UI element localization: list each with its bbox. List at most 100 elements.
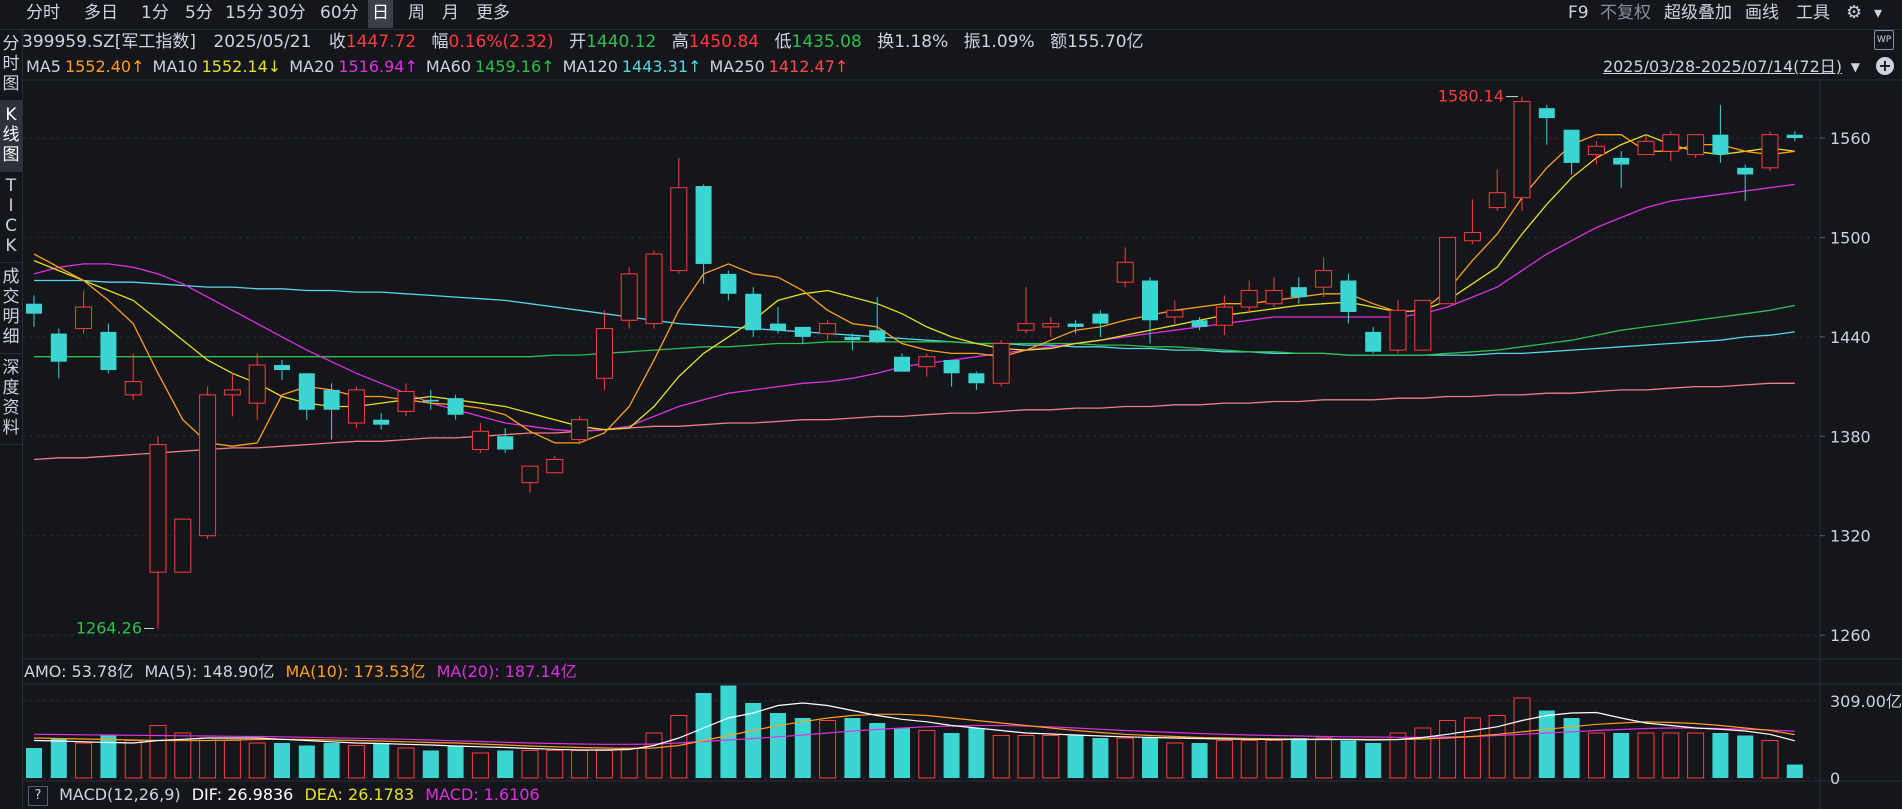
volume-bar <box>1042 735 1060 779</box>
candle-body <box>1439 236 1457 305</box>
candle-body <box>869 330 886 342</box>
volume-bar <box>1116 737 1134 779</box>
volume-bar <box>26 748 42 778</box>
candle-body <box>770 323 786 331</box>
candle-body <box>794 326 811 337</box>
candle-body <box>1488 192 1506 209</box>
price-tick-label: 1260 <box>1830 626 1871 645</box>
candle-body <box>1613 157 1630 165</box>
volume-bar <box>794 718 811 778</box>
candle-body <box>943 360 960 374</box>
candle-body <box>1142 280 1158 321</box>
volume-bar <box>1414 727 1432 779</box>
volume-bar <box>844 718 861 778</box>
candle-body <box>1017 323 1035 331</box>
ma10-line <box>33 134 1795 431</box>
volume-bar <box>248 742 266 779</box>
volume-bar <box>992 735 1010 779</box>
volume-bar <box>1315 737 1333 779</box>
volume-bar <box>447 745 464 778</box>
candle-body <box>1563 129 1580 163</box>
volume-bar <box>1439 720 1457 779</box>
candle-body <box>124 381 142 396</box>
price-tick-label: 1560 <box>1830 129 1871 148</box>
kline-chart: 1560 1500 1440 1380 1320 1260 1580.14 1264.26 30… <box>22 79 1902 809</box>
candle-body <box>546 458 564 474</box>
candle-body <box>471 430 489 451</box>
ma120-line <box>34 279 1795 356</box>
candle-body <box>1265 289 1283 305</box>
volume-bar <box>1067 735 1084 778</box>
candle-body <box>1290 287 1307 298</box>
help-icon[interactable]: ? <box>28 785 48 806</box>
macd-label[interactable]: MACD(12,26,9) <box>59 785 181 804</box>
candle-body <box>75 306 93 330</box>
candle-body <box>1042 323 1060 328</box>
candle-body <box>1786 134 1803 138</box>
volume-tick-label: 0 <box>1830 769 1840 788</box>
volume-bar <box>1215 740 1233 779</box>
volume-bar <box>695 693 712 778</box>
candle-body <box>521 465 539 484</box>
amo-value: 53.78亿 <box>71 662 134 681</box>
dif-value: 26.9836 <box>227 785 294 804</box>
candle-body <box>298 373 315 410</box>
amo-ma5-value: 148.90亿 <box>202 662 275 681</box>
price-tick-label: 1380 <box>1830 427 1871 446</box>
volume-bar <box>869 723 886 778</box>
volume-bar <box>1761 740 1779 779</box>
candle-body <box>1191 320 1208 327</box>
volume-bar <box>1340 740 1357 778</box>
candle-body <box>1067 323 1084 327</box>
volume-bar <box>1017 735 1035 779</box>
candle-body <box>1315 270 1333 288</box>
candle-body <box>645 253 663 325</box>
volume-bar <box>1463 717 1481 779</box>
candle-body <box>50 333 67 362</box>
candle-body <box>1712 134 1729 155</box>
volume-bar <box>1538 710 1555 778</box>
price-tick-label: 1440 <box>1830 328 1871 347</box>
candle-body <box>1538 108 1555 119</box>
candle-body <box>274 365 290 370</box>
max-price-label: 1580.14 <box>1438 87 1504 106</box>
volume-bar <box>1737 735 1754 778</box>
candle-body <box>992 342 1010 384</box>
amo-label: AMO: <box>24 662 67 681</box>
volume-bar <box>1290 738 1307 778</box>
amo-ma10-label: MA(10): <box>285 662 349 681</box>
candle-body <box>373 419 390 425</box>
volume-bar <box>75 742 93 779</box>
volume-bar <box>620 747 638 779</box>
volume-bar <box>1513 697 1531 779</box>
candle-body <box>447 398 464 415</box>
candle-body <box>894 356 910 372</box>
candle-body <box>695 186 712 264</box>
volume-bar <box>1613 733 1630 778</box>
volume-bar <box>521 750 539 779</box>
candle-body <box>1116 261 1134 283</box>
candle-body <box>1340 280 1357 312</box>
candle-body <box>918 356 936 368</box>
candle-body <box>1737 167 1754 175</box>
candle-body <box>174 518 192 573</box>
volume-bar <box>1265 740 1283 779</box>
volume-bar <box>819 720 837 779</box>
candle-body <box>720 273 737 294</box>
candle-body <box>347 389 365 424</box>
amo-ma5-label: MA(5): <box>144 662 198 681</box>
candle-body <box>844 336 861 341</box>
volume-bar <box>770 713 786 778</box>
volume-bar <box>1687 732 1705 779</box>
dea-label: DEA: <box>304 785 343 804</box>
amo-ma20-value: 187.14亿 <box>504 662 577 681</box>
volume-bar <box>894 728 910 778</box>
candle-body <box>595 328 613 379</box>
price-tick-label: 1500 <box>1830 228 1871 247</box>
volume-bar <box>546 750 564 779</box>
ma60-line <box>34 304 1795 358</box>
candle-body <box>149 444 167 573</box>
candle-body <box>1513 101 1531 199</box>
volume-ma10-line <box>33 713 1795 750</box>
volume-bar <box>670 715 688 779</box>
